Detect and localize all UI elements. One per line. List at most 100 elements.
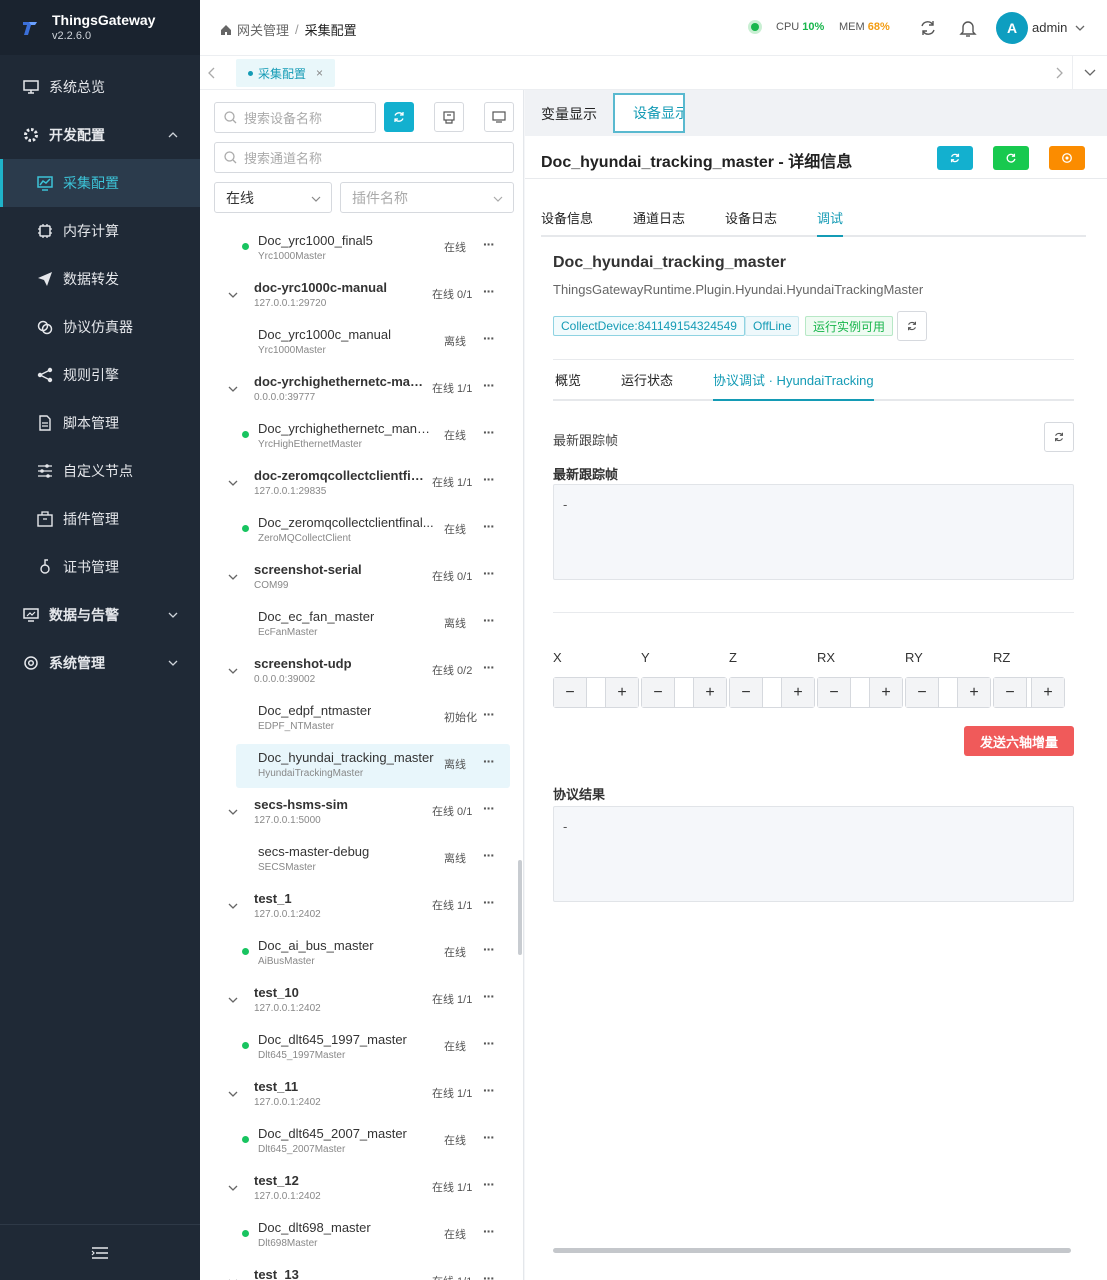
device-row[interactable]: Doc_yrc1000_final5 Yrc1000Master 在线 ··· (200, 224, 518, 271)
tab-collect-config[interactable]: 采集配置 × (236, 59, 336, 87)
chevron-down-icon[interactable] (228, 384, 238, 394)
sidebar-item-custom-node[interactable]: 自定义节点 (0, 447, 200, 495)
plugin-select[interactable]: 插件名称 (340, 182, 514, 213)
minus-icon[interactable]: − (818, 678, 850, 707)
channel-row[interactable]: test_13 在线 1/1 ··· (200, 1258, 518, 1280)
axis-stepper[interactable]: − + (993, 677, 1065, 708)
channel-row[interactable]: test_12 127.0.0.1:2402 在线 1/1 ··· (200, 1164, 518, 1211)
sidebar-item-memory-calc[interactable]: 内存计算 (0, 207, 200, 255)
more-icon[interactable]: ··· (483, 565, 495, 581)
sidebar-item-plugin-mgmt[interactable]: 插件管理 (0, 495, 200, 543)
more-icon[interactable]: ··· (483, 471, 495, 487)
axis-stepper[interactable]: − + (729, 677, 815, 708)
minus-icon[interactable]: − (554, 678, 586, 707)
chevron-down-icon[interactable] (228, 995, 238, 1005)
minus-icon[interactable]: − (994, 678, 1026, 707)
channel-row[interactable]: test_11 127.0.0.1:2402 在线 1/1 ··· (200, 1070, 518, 1117)
sidebar-item-collect-config[interactable]: 采集配置 (0, 159, 200, 207)
more-icon[interactable]: ··· (483, 800, 495, 816)
search-device-input[interactable]: 搜索设备名称 (214, 102, 376, 133)
sidebar-item-dev-config[interactable]: 开发配置 (0, 111, 200, 159)
tab-device-log[interactable]: 设备日志 (725, 208, 777, 227)
tab-device-view[interactable]: 设备显示 (613, 93, 685, 133)
chevron-down-icon[interactable] (228, 478, 238, 488)
device-row[interactable]: Doc_hyundai_tracking_master HyundaiTracki… (200, 741, 518, 788)
chevron-down-icon[interactable] (228, 807, 238, 817)
more-icon[interactable]: ··· (483, 330, 495, 346)
chevron-down-icon[interactable] (228, 1089, 238, 1099)
plus-icon[interactable]: + (694, 678, 726, 707)
axis-input[interactable] (938, 678, 958, 707)
more-icon[interactable]: ··· (483, 1035, 495, 1051)
bell-icon[interactable] (958, 18, 978, 38)
monitor-button[interactable] (484, 102, 514, 132)
device-row[interactable]: Doc_yrc1000c_manual Yrc1000Master 离线 ··· (200, 318, 518, 365)
sidebar-item-system-mgmt[interactable]: 系统管理 (0, 639, 200, 687)
refresh-tree-button[interactable] (384, 102, 414, 132)
tab-device-info[interactable]: 设备信息 (541, 208, 593, 227)
axis-stepper[interactable]: − + (641, 677, 727, 708)
refresh-frame-button[interactable] (1044, 422, 1074, 452)
sidebar-item-overview[interactable]: 系统总览 (0, 63, 200, 111)
device-row[interactable]: Doc_yrchighethernetc_manual YrcHighEthern… (200, 412, 518, 459)
horizontal-scrollbar[interactable] (553, 1248, 1071, 1253)
axis-input[interactable] (674, 678, 694, 707)
send-six-axis-button[interactable]: 发送六轴增量 (964, 726, 1074, 756)
refresh-icon[interactable] (918, 18, 938, 38)
user-name[interactable]: admin (1032, 20, 1085, 35)
tab-overview[interactable]: 概览 (555, 370, 581, 401)
channel-row[interactable]: screenshot-serial COM99 在线 0/1 ··· (200, 553, 518, 600)
axis-stepper[interactable]: − + (905, 677, 991, 708)
more-icon[interactable]: ··· (483, 377, 495, 393)
more-icon[interactable]: ··· (483, 283, 495, 299)
sidebar-item-rule-engine[interactable]: 规则引擎 (0, 351, 200, 399)
more-icon[interactable]: ··· (483, 236, 495, 252)
more-icon[interactable]: ··· (483, 1223, 495, 1239)
refresh-device-button[interactable] (897, 311, 927, 341)
more-icon[interactable]: ··· (483, 988, 495, 1004)
tab-protocol-debug[interactable]: 协议调试 · HyundaiTracking (713, 370, 874, 401)
sidebar-item-protocol-sim[interactable]: 协议仿真器 (0, 303, 200, 351)
sidebar-item-cert-mgmt[interactable]: 证书管理 (0, 543, 200, 591)
plus-icon[interactable]: + (782, 678, 814, 707)
device-row[interactable]: Doc_zeromqcollectclientfinal... ZeroMQCol… (200, 506, 518, 553)
stop-button[interactable] (1049, 146, 1085, 170)
chevron-down-icon[interactable] (228, 572, 238, 582)
minus-icon[interactable]: − (906, 678, 938, 707)
channel-row[interactable]: screenshot-udp 0.0.0.0:39002 在线 0/2 ··· (200, 647, 518, 694)
more-icon[interactable]: ··· (483, 706, 495, 722)
device-row[interactable]: Doc_edpf_ntmaster EDPF_NTMaster 初始化 ··· (200, 694, 518, 741)
more-icon[interactable]: ··· (483, 753, 495, 769)
sidebar-item-data-forward[interactable]: 数据转发 (0, 255, 200, 303)
plus-icon[interactable]: + (1032, 678, 1064, 707)
tab-runtime-state[interactable]: 运行状态 (621, 370, 673, 401)
more-icon[interactable]: ··· (483, 847, 495, 863)
channel-row[interactable]: test_10 127.0.0.1:2402 在线 1/1 ··· (200, 976, 518, 1023)
channel-row[interactable]: doc-yrchighethernetc-man... 0.0.0.0:39777… (200, 365, 518, 412)
more-icon[interactable]: ··· (483, 518, 495, 534)
device-row[interactable]: secs-master-debug SECSMaster 离线 ··· (200, 835, 518, 882)
axis-stepper[interactable]: − + (817, 677, 903, 708)
chevron-down-icon[interactable] (228, 290, 238, 300)
axis-input[interactable] (762, 678, 782, 707)
channel-row[interactable]: doc-zeromqcollectclientfin... 127.0.0.1:2… (200, 459, 518, 506)
sidebar-item-data-alarm[interactable]: 数据与告警 (0, 591, 200, 639)
sidebar-collapse-button[interactable] (0, 1224, 200, 1280)
chevron-right-icon[interactable] (1055, 67, 1063, 79)
chevron-down-icon[interactable] (228, 901, 238, 911)
chevron-down-icon[interactable] (228, 1183, 238, 1193)
plus-icon[interactable]: + (606, 678, 638, 707)
device-row[interactable]: Doc_dlt645_1997_master Dlt645_1997Master 在… (200, 1023, 518, 1070)
plus-icon[interactable]: + (870, 678, 902, 707)
refresh-detail-button[interactable] (937, 146, 973, 170)
minus-icon[interactable]: − (730, 678, 762, 707)
export-button[interactable] (434, 102, 464, 132)
tab-variable-view[interactable]: 变量显示 (541, 104, 597, 124)
search-channel-input[interactable]: 搜索通道名称 (214, 142, 514, 173)
more-icon[interactable]: ··· (483, 1270, 495, 1280)
channel-row[interactable]: secs-hsms-sim 127.0.0.1:5000 在线 0/1 ··· (200, 788, 518, 835)
device-row[interactable]: Doc_ec_fan_master EcFanMaster 离线 ··· (200, 600, 518, 647)
more-icon[interactable]: ··· (483, 659, 495, 675)
sidebar-item-script-mgmt[interactable]: 脚本管理 (0, 399, 200, 447)
plus-icon[interactable]: + (958, 678, 990, 707)
